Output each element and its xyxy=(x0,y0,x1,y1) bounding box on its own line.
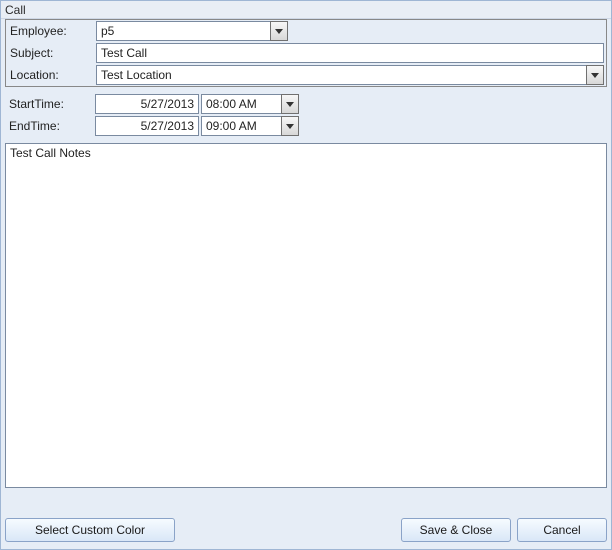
start-time-dropdown-button[interactable] xyxy=(281,94,299,114)
start-time-row: StartTime: xyxy=(5,93,607,115)
cancel-button[interactable]: Cancel xyxy=(517,518,607,542)
subject-input[interactable] xyxy=(96,43,604,63)
location-row: Location: xyxy=(6,64,606,86)
location-combo[interactable] xyxy=(96,65,604,85)
subject-row: Subject: xyxy=(6,42,606,64)
employee-combo[interactable] xyxy=(96,21,288,41)
location-label: Location: xyxy=(8,68,96,82)
end-time-label: EndTime: xyxy=(7,119,95,133)
call-dialog: Call Employee: Subject: Location: xyxy=(0,0,612,550)
window-title: Call xyxy=(1,1,611,19)
employee-label: Employee: xyxy=(8,24,96,38)
select-custom-color-button[interactable]: Select Custom Color xyxy=(5,518,175,542)
start-time-combo[interactable] xyxy=(201,94,299,114)
chevron-down-icon xyxy=(591,73,599,78)
chevron-down-icon xyxy=(286,124,294,129)
save-close-button[interactable]: Save & Close xyxy=(401,518,511,542)
end-date-input[interactable] xyxy=(95,116,199,136)
chevron-down-icon xyxy=(275,29,283,34)
chevron-down-icon xyxy=(286,102,294,107)
dialog-buttons: Select Custom Color Save & Close Cancel xyxy=(5,517,607,543)
end-time-combo[interactable] xyxy=(201,116,299,136)
start-date-input[interactable] xyxy=(95,94,199,114)
start-time-label: StartTime: xyxy=(7,97,95,111)
notes-container xyxy=(5,143,607,488)
header-form: Employee: Subject: Location: xyxy=(5,19,607,87)
location-dropdown-button[interactable] xyxy=(586,65,604,85)
end-time-input[interactable] xyxy=(201,116,281,136)
start-time-input[interactable] xyxy=(201,94,281,114)
subject-label: Subject: xyxy=(8,46,96,60)
end-time-dropdown-button[interactable] xyxy=(281,116,299,136)
employee-dropdown-button[interactable] xyxy=(270,21,288,41)
employee-input[interactable] xyxy=(96,21,270,41)
time-form: StartTime: EndTime: xyxy=(5,91,607,139)
end-time-row: EndTime: xyxy=(5,115,607,137)
location-input[interactable] xyxy=(96,65,586,85)
notes-textarea[interactable] xyxy=(6,144,606,487)
employee-row: Employee: xyxy=(6,20,606,42)
